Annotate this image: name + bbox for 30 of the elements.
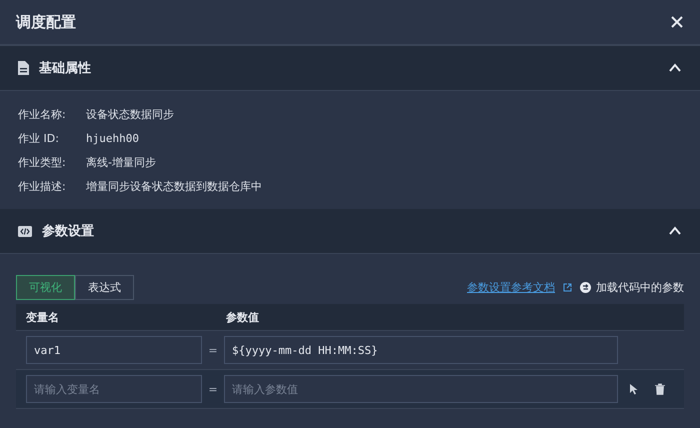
docs-link[interactable]: 参数设置参考文档 — [467, 280, 555, 295]
column-header: 变量名 — [26, 310, 60, 324]
code-icon — [18, 226, 32, 236]
field-label: 作业 ID: — [18, 131, 60, 147]
mode-tab[interactable]: 表达式 — [75, 275, 134, 300]
section-title: 参数设置 — [42, 223, 95, 240]
parameter-value-field[interactable]: 请输入参数值 — [224, 375, 618, 403]
field-label: 作业类型: — [18, 155, 67, 171]
mode-tab[interactable]: 可视化 — [16, 275, 75, 300]
pointer-icon[interactable] — [628, 383, 640, 395]
field-value: hjuehh00 — [86, 131, 139, 147]
external-link-icon — [563, 283, 572, 292]
variable-name-field[interactable]: var1 — [26, 336, 202, 364]
dialog-title: 调度配置 — [16, 12, 76, 32]
parameter-value-field[interactable]: ${yyyy-mm-dd HH:MM:SS} — [224, 336, 618, 364]
close-icon[interactable] — [670, 15, 684, 29]
load-params-button[interactable]: 加载代码中的参数 — [580, 280, 684, 295]
field-label: 作业名称: — [18, 107, 67, 123]
variable-name-field[interactable]: 请输入变量名 — [26, 375, 202, 403]
equals-sign: = — [207, 344, 219, 356]
column-header: 参数值 — [226, 310, 260, 324]
field-value: 离线-增量同步 — [86, 155, 156, 171]
field-value: 增量同步设备状态数据到数据仓库中 — [86, 179, 262, 195]
equals-sign: = — [207, 382, 219, 396]
section-title: 基础属性 — [39, 60, 92, 77]
delete-icon[interactable] — [654, 383, 666, 395]
load-icon — [580, 282, 591, 293]
document-icon — [18, 61, 29, 75]
field-value: 设备状态数据同步 — [86, 107, 174, 123]
field-label: 作业描述: — [18, 179, 67, 195]
